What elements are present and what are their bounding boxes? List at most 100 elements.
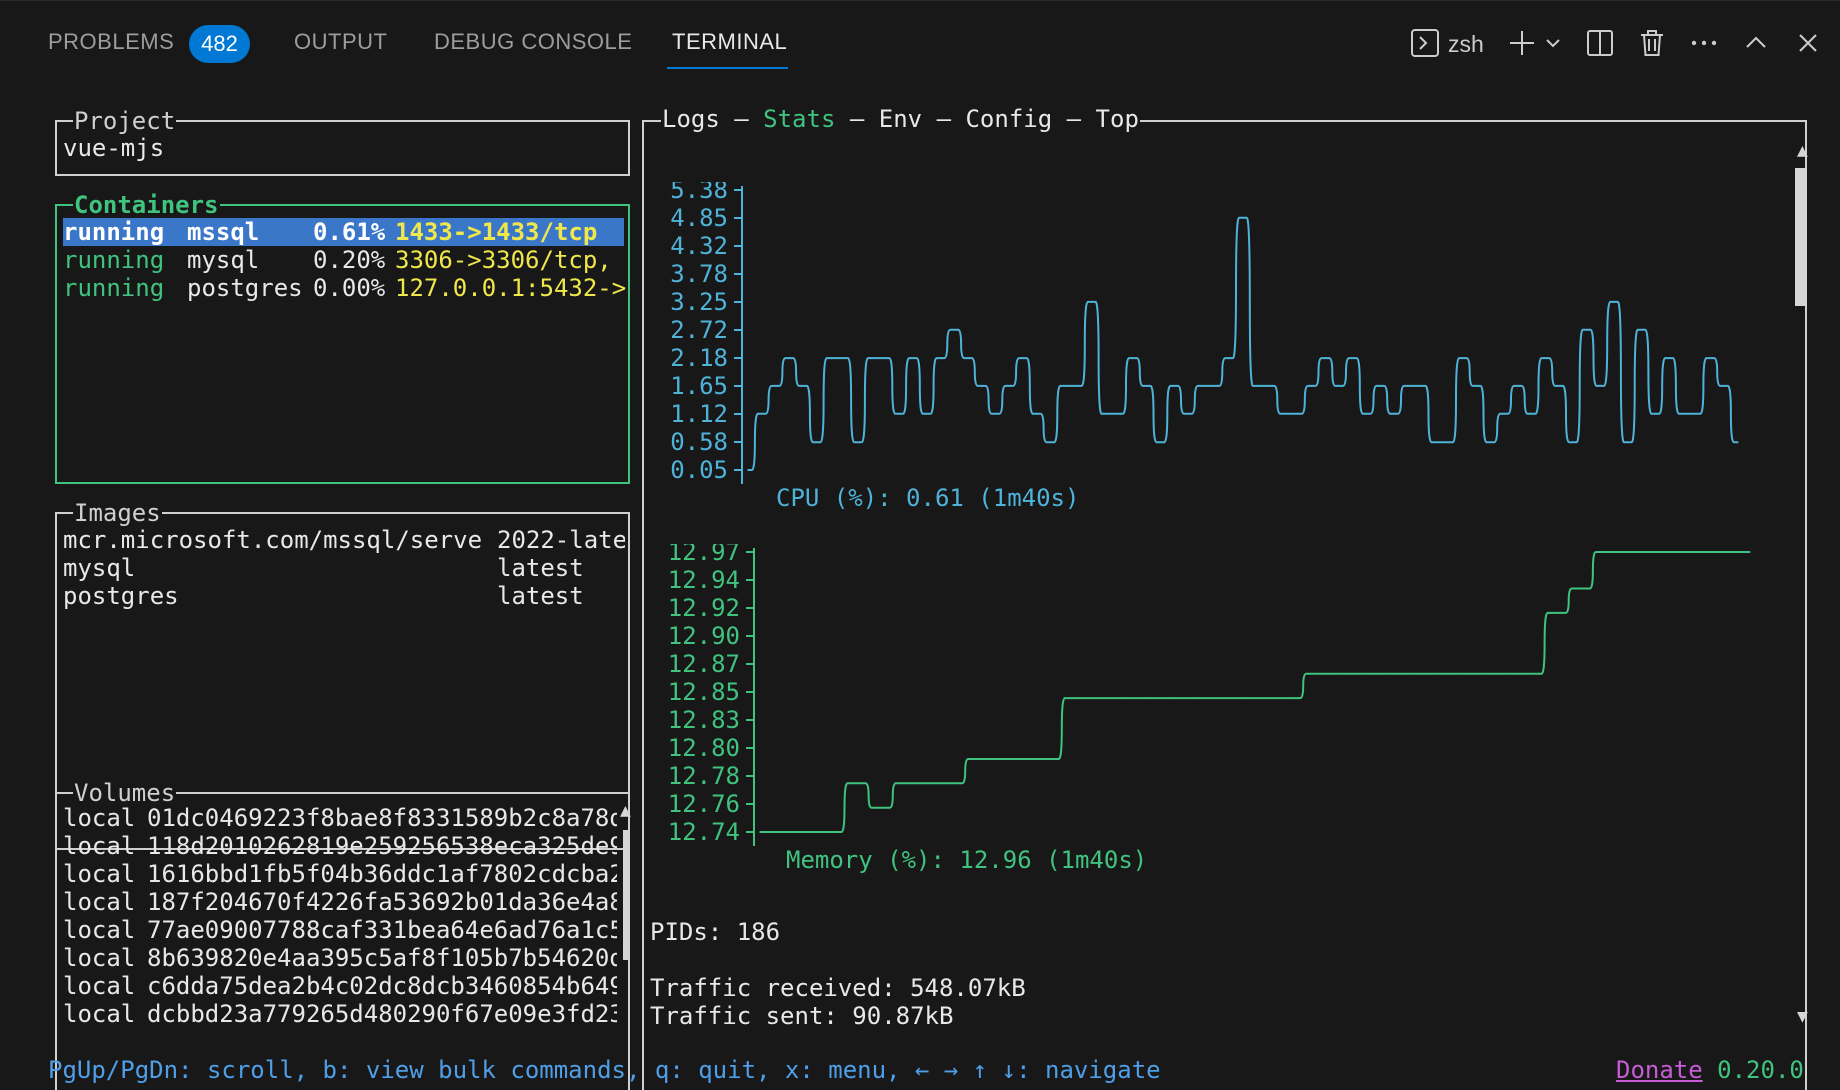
- detail-tabs: Logs – Stats – Env – Config – Top: [661, 106, 1140, 132]
- terminal-icon[interactable]: [1407, 25, 1443, 61]
- volume-driver: local: [63, 916, 136, 944]
- container-status: running: [63, 274, 165, 302]
- problems-count-badge: 482: [189, 25, 250, 63]
- image-tag: 2022-late: [497, 526, 625, 554]
- detail-scrollbar[interactable]: [1795, 150, 1807, 1020]
- active-tab-indicator: [667, 67, 788, 69]
- y-tick-label: 4.85: [670, 204, 728, 232]
- volumes-scrollbar[interactable]: [623, 812, 629, 1006]
- y-tick-label: 0.58: [670, 428, 728, 456]
- image-name: postgres: [63, 582, 179, 610]
- detail-tab-top[interactable]: Top: [1096, 105, 1139, 133]
- project-panel[interactable]: Project vue-mjs: [55, 108, 630, 176]
- y-tick-label: 12.76: [668, 790, 740, 818]
- y-tick-label: 2.72: [670, 316, 728, 344]
- volume-driver: local: [63, 1000, 136, 1028]
- volume-driver: local: [63, 972, 136, 1000]
- y-tick-label: 1.65: [670, 372, 728, 400]
- version-label: 0.20.0: [1717, 1056, 1804, 1084]
- detail-scroll-up-arrow-icon[interactable]: ▲: [1797, 142, 1808, 160]
- tab-separator: –: [1052, 105, 1096, 133]
- container-cpu: 0.00%: [313, 274, 386, 302]
- volume-name: 1616bbd1fb5f04b36ddc1af7802cdcba2b: [147, 860, 617, 888]
- chart-title: CPU (%): 0.61 (1m40s): [776, 484, 1079, 512]
- y-tick-label: 3.25: [670, 288, 728, 316]
- volume-name: 01dc0469223f8bae8f8331589b2c8a78d7: [147, 804, 617, 832]
- image-tag: latest: [497, 582, 584, 610]
- detail-scrollbar-thumb[interactable]: [1795, 168, 1807, 306]
- tab-output[interactable]: OUTPUT: [294, 29, 387, 55]
- detail-tab-logs[interactable]: Logs: [662, 105, 720, 133]
- container-status: running: [63, 246, 165, 274]
- memory-chart: 12.9712.9412.9212.9012.8712.8512.8312.80…: [668, 544, 1751, 874]
- plus-icon[interactable]: [1504, 25, 1540, 61]
- y-tick-label: 2.18: [670, 344, 728, 372]
- close-icon[interactable]: [1790, 25, 1826, 61]
- donate-link[interactable]: Donate: [1616, 1056, 1703, 1084]
- detail-tab-env[interactable]: Env: [879, 105, 922, 133]
- y-tick-label: 12.78: [668, 762, 740, 790]
- trash-icon[interactable]: [1634, 25, 1670, 61]
- chevron-down-icon[interactable]: [1536, 25, 1570, 61]
- container-ports: 3306->3306/tcp,: [395, 246, 612, 274]
- volumes-panel[interactable]: Volumes local 01dc0469223f8bae8f8331589b2…: [55, 780, 631, 1090]
- volume-name: c6dda75dea2b4c02dc8dcb3460854b6496: [147, 972, 617, 1000]
- split-icon[interactable]: [1582, 25, 1618, 61]
- y-tick-label: 1.12: [670, 400, 728, 428]
- volumes-scrollbar-thumb[interactable]: [623, 830, 629, 960]
- volume-driver: local: [63, 832, 136, 860]
- volume-name: 187f204670f4226fa53692b01da36e4a85: [147, 888, 617, 916]
- y-tick-label: 12.94: [668, 566, 740, 594]
- chevron-up-icon[interactable]: [1738, 25, 1774, 61]
- container-cpu: 0.20%: [313, 246, 386, 274]
- containers-panel-title: Containers: [73, 191, 220, 219]
- volume-name: dcbbd23a779265d480290f67e09e3fd239: [147, 1000, 617, 1028]
- series-line: [760, 551, 1750, 833]
- container-status: running: [63, 218, 165, 246]
- shell-name[interactable]: zsh: [1448, 31, 1484, 58]
- more-icon[interactable]: [1686, 25, 1722, 61]
- y-tick-label: 12.74: [668, 818, 740, 846]
- traffic-received-text: Traffic received: 548.07kB: [650, 974, 1026, 1002]
- container-row[interactable]: running postgres 0.00% 127.0.0.1:5432->: [63, 274, 626, 302]
- tab-problems[interactable]: PROBLEMS: [48, 29, 174, 55]
- container-row[interactable]: running mssql 0.61% 1433->1433/tcp: [63, 218, 624, 246]
- containers-panel[interactable]: Containers running mssql 0.61% 1433->1433/t…: [55, 192, 630, 484]
- tab-separator: –: [835, 105, 879, 133]
- volumes-panel-title: Volumes: [73, 779, 177, 807]
- detail-scroll-down-arrow-icon[interactable]: ▼: [1797, 1008, 1808, 1026]
- pids-text: PIDs: 186: [650, 918, 781, 946]
- y-tick-label: 12.85: [668, 678, 740, 706]
- tab-debug-console[interactable]: DEBUG CONSOLE: [434, 29, 632, 55]
- container-cpu: 0.61%: [313, 218, 386, 246]
- detail-tab-stats[interactable]: Stats: [763, 105, 835, 133]
- container-name: mysql: [187, 246, 260, 274]
- panel-tab-bar: PROBLEMS 482 OUTPUT DEBUG CONSOLE TERMIN…: [0, 0, 1840, 84]
- project-panel-title: Project: [73, 107, 177, 135]
- volume-name: 8b639820e4aa395c5af8f105b7b54620d1: [147, 944, 617, 972]
- tab-separator: –: [922, 105, 966, 133]
- tab-terminal[interactable]: TERMINAL: [672, 29, 787, 55]
- image-tag: latest: [497, 554, 584, 582]
- container-name: mssql: [187, 218, 260, 246]
- terminal-view[interactable]: Project vue-mjs Containers running mssql 0…: [0, 84, 1840, 1090]
- container-row[interactable]: running mysql 0.20% 3306->3306/tcp,: [63, 246, 624, 274]
- y-tick-label: 0.05: [670, 456, 728, 484]
- scroll-up-arrow-icon[interactable]: ▲: [620, 802, 631, 820]
- container-ports: 1433->1433/tcp: [395, 218, 598, 246]
- tab-separator: –: [719, 105, 764, 133]
- chart-title: Memory (%): 12.96 (1m40s): [786, 846, 1147, 874]
- volume-driver: local: [63, 888, 136, 916]
- y-tick-label: 4.32: [670, 232, 728, 260]
- volume-driver: local: [63, 804, 136, 832]
- y-tick-label: 12.80: [668, 734, 740, 762]
- cpu-chart: 5.384.854.323.783.252.722.181.651.120.58…: [670, 182, 1739, 512]
- volume-name: 77ae09007788caf331bea64e6ad76a1c5e: [147, 916, 617, 944]
- images-panel-title: Images: [73, 499, 162, 527]
- container-name: postgres: [187, 274, 303, 302]
- y-tick-label: 12.87: [668, 650, 740, 678]
- donate-status: Donate 0.20.0: [1616, 1056, 1804, 1084]
- detail-tab-config[interactable]: Config: [965, 105, 1052, 133]
- volume-name: 118d2010262819e259256538eca325de99: [147, 832, 617, 860]
- y-tick-label: 5.38: [670, 182, 728, 204]
